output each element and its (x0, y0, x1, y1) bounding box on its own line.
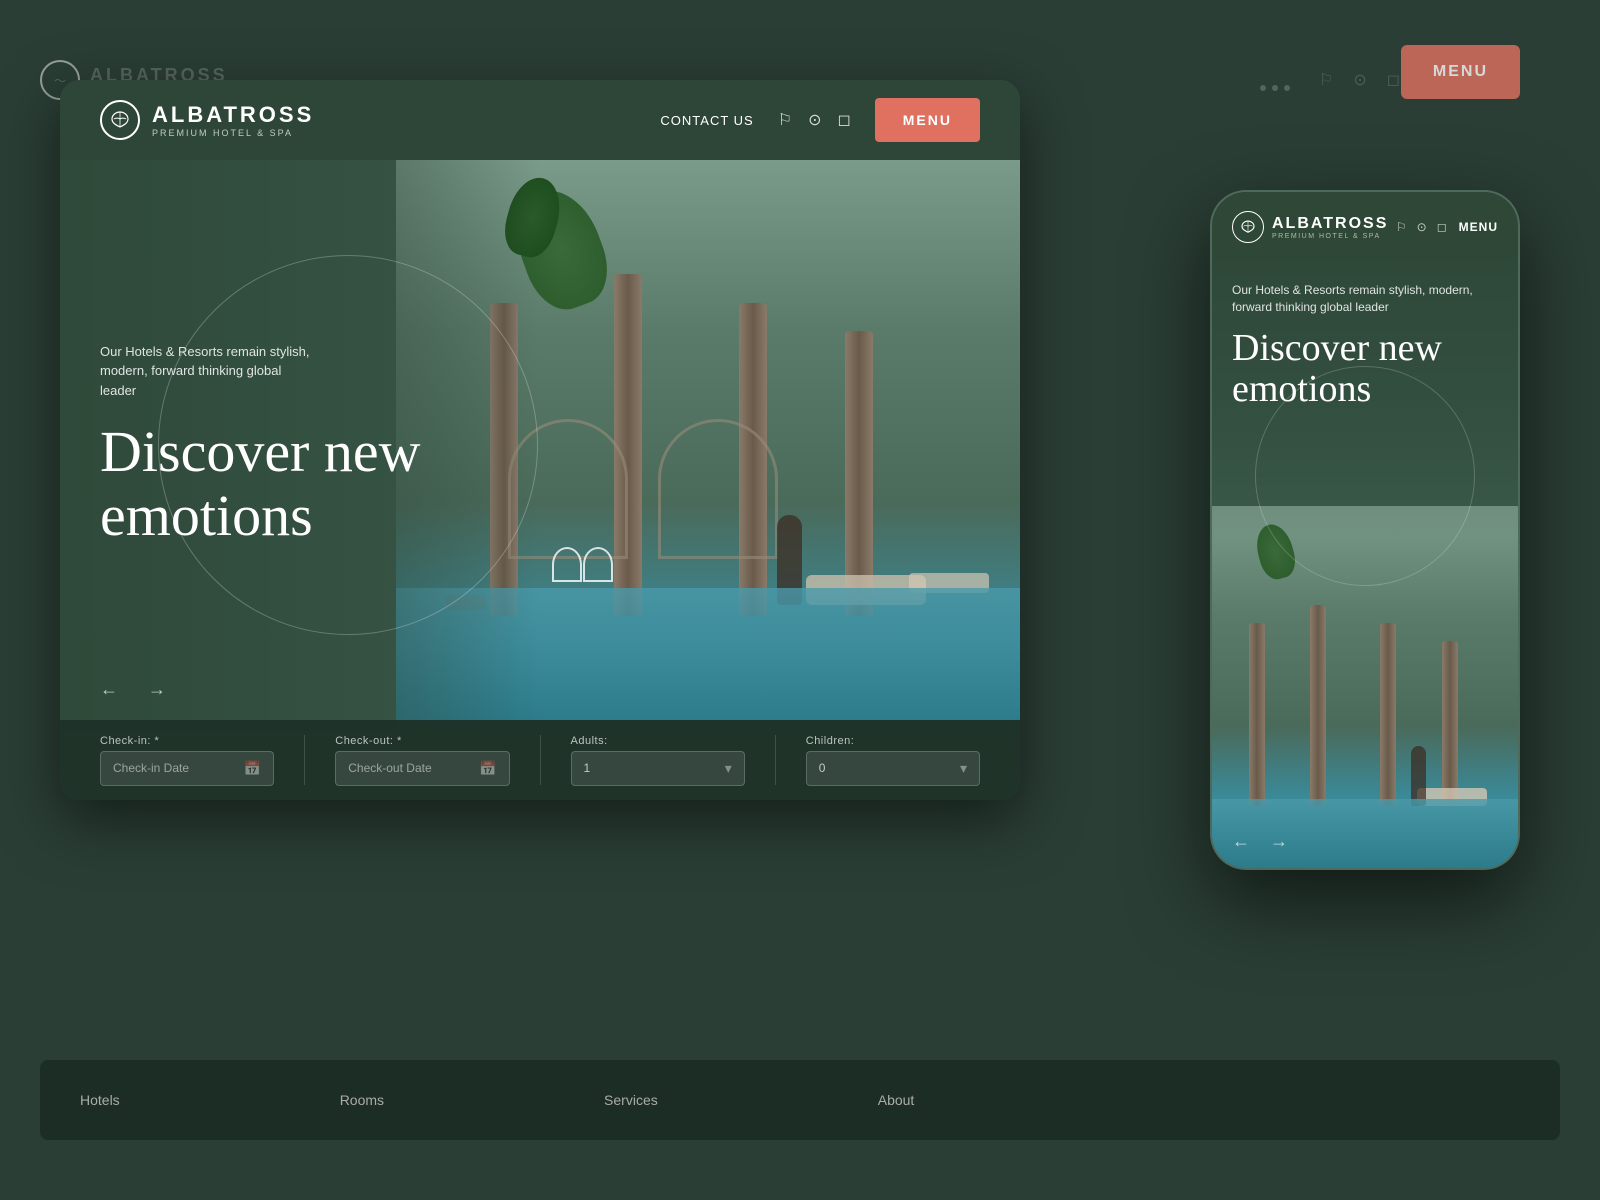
adults-chevron-icon: ▾ (725, 760, 732, 777)
bg-instagram-icon: ◻ (1387, 70, 1400, 90)
desktop-logo-sub: PREMIUM HOTEL & SPA (152, 128, 314, 138)
mobile-slider-arrows: ← → (1232, 831, 1288, 852)
checkin-input[interactable]: Check-in Date 📅 (100, 751, 274, 786)
desktop-mockup: ALBATROSS PREMIUM HOTEL & SPA CONTACT US… (60, 80, 1020, 800)
foursquare-icon[interactable]: ⚐ (778, 110, 792, 130)
desktop-booking-bar: Check-in: * Check-in Date 📅 Check-out: *… (60, 720, 1020, 800)
tripadvisor-icon[interactable]: ⊙ (808, 110, 821, 130)
desktop-navbar: ALBATROSS PREMIUM HOTEL & SPA CONTACT US… (60, 80, 1020, 160)
dot-decoration (1260, 85, 1290, 91)
desktop-hero-title: Discover new emotions (100, 420, 452, 548)
bg-bottom-item-2: Rooms (340, 1092, 384, 1108)
mobile-hero-section: Our Hotels & Resorts remain stylish, mod… (1212, 262, 1518, 870)
arch-2 (658, 419, 778, 559)
bg-tripadvisor-icon: ⊙ (1353, 70, 1366, 90)
mobile-logo-text: ALBATROSS PREMIUM HOTEL & SPA (1272, 215, 1388, 240)
contact-us-link[interactable]: CONTACT US (660, 113, 753, 128)
desktop-logo-icon (100, 100, 140, 140)
mobile-title-line2: emotions (1232, 368, 1371, 410)
bg-foursquare-icon: ⚐ (1319, 70, 1333, 90)
mobile-logo-name: ALBATROSS (1272, 215, 1388, 233)
desktop-logo-text: ALBATROSS PREMIUM HOTEL & SPA (152, 102, 314, 138)
children-select[interactable]: 0 ▾ (806, 751, 980, 786)
pillar-4 (845, 331, 873, 616)
mobile-logo: ALBATROSS PREMIUM HOTEL & SPA (1232, 211, 1388, 243)
checkin-placeholder: Check-in Date (113, 761, 189, 775)
mobile-social-icons: ⚐ ⊙ ◻ (1396, 220, 1447, 235)
desktop-logo: ALBATROSS PREMIUM HOTEL & SPA (100, 100, 314, 140)
mobile-foursquare-icon[interactable]: ⚐ (1396, 220, 1407, 235)
checkout-input[interactable]: Check-out Date 📅 (335, 751, 509, 786)
bg-bottom-item-4: About (878, 1092, 915, 1108)
checkout-placeholder: Check-out Date (348, 761, 431, 775)
mobile-menu-button[interactable]: MENU (1459, 220, 1498, 234)
mobile-logo-icon (1232, 211, 1264, 243)
mobile-person-silhouette (1411, 746, 1426, 806)
chair-2 (583, 547, 613, 582)
mobile-title-line1: Discover new (1232, 327, 1442, 369)
desktop-social-icons: ⚐ ⊙ ◻ (778, 110, 851, 130)
mobile-nav-right: ⚐ ⊙ ◻ MENU (1396, 220, 1498, 235)
children-chevron-icon: ▾ (960, 760, 967, 777)
desktop-nav-right: CONTACT US ⚐ ⊙ ◻ MENU (660, 98, 980, 142)
slider-arrows: ← → (100, 679, 166, 700)
children-field: Children: 0 ▾ (806, 735, 980, 786)
prev-arrow[interactable]: ← (100, 679, 118, 700)
checkout-field: Check-out: * Check-out Date 📅 (335, 735, 509, 786)
mobile-logo-sub: PREMIUM HOTEL & SPA (1272, 233, 1388, 240)
divider-3 (775, 735, 776, 785)
mobile-hero-subtitle: Our Hotels & Resorts remain stylish, mod… (1232, 282, 1498, 316)
instagram-icon[interactable]: ◻ (837, 110, 850, 130)
mobile-navbar: ALBATROSS PREMIUM HOTEL & SPA ⚐ ⊙ ◻ MENU (1212, 192, 1518, 262)
mobile-pillar-3 (1380, 623, 1396, 806)
mobile-mockup: ALBATROSS PREMIUM HOTEL & SPA ⚐ ⊙ ◻ MENU (1210, 190, 1520, 870)
mobile-prev-arrow[interactable]: ← (1232, 831, 1250, 852)
mobile-pillar-4 (1442, 641, 1458, 806)
adults-label: Adults: (571, 735, 745, 747)
mobile-hero-content: Our Hotels & Resorts remain stylish, mod… (1232, 282, 1498, 411)
mobile-hero-title: Discover new emotions (1232, 328, 1498, 412)
desktop-menu-button[interactable]: MENU (875, 98, 980, 142)
divider-1 (304, 735, 305, 785)
checkin-label: Check-in: * (100, 735, 274, 747)
children-value: 0 (819, 761, 826, 775)
bg-menu-button[interactable]: MENU (1401, 45, 1520, 99)
mobile-tripadvisor-icon[interactable]: ⊙ (1417, 220, 1427, 235)
mobile-hotel-scene (1212, 506, 1518, 870)
checkout-calendar-icon: 📅 (479, 760, 496, 777)
checkin-field: Check-in: * Check-in Date 📅 (100, 735, 274, 786)
next-arrow[interactable]: → (148, 679, 166, 700)
divider-2 (540, 735, 541, 785)
bg-bottom-item-3: Services (604, 1092, 658, 1108)
hero-title-line1: Discover new (100, 419, 421, 484)
desktop-logo-name: ALBATROSS (152, 102, 314, 128)
desktop-hero-subtitle: Our Hotels & Resorts remain stylish, mod… (100, 342, 320, 401)
mobile-instagram-icon[interactable]: ◻ (1437, 220, 1447, 235)
children-label: Children: (806, 735, 980, 747)
adults-value: 1 (584, 761, 591, 775)
pillar-2 (614, 274, 642, 616)
adults-select[interactable]: 1 ▾ (571, 751, 745, 786)
mobile-pillar-2 (1310, 605, 1326, 806)
chair-1 (552, 547, 582, 582)
hero-title-line2: emotions (100, 483, 313, 548)
checkin-calendar-icon: 📅 (244, 760, 261, 777)
mobile-hero-image (1212, 506, 1518, 870)
desktop-hero-content: Our Hotels & Resorts remain stylish, mod… (60, 160, 492, 730)
bg-bottom-bar: Hotels Rooms Services About (40, 1060, 1560, 1140)
mobile-next-arrow[interactable]: → (1270, 831, 1288, 852)
desktop-hero-section: Our Hotels & Resorts remain stylish, mod… (60, 160, 1020, 730)
mobile-pillar-1 (1249, 623, 1265, 806)
bg-social-icons: ⚐ ⊙ ◻ (1319, 70, 1400, 90)
bg-bottom-item-1: Hotels (80, 1092, 120, 1108)
adults-field: Adults: 1 ▾ (571, 735, 745, 786)
checkout-label: Check-out: * (335, 735, 509, 747)
